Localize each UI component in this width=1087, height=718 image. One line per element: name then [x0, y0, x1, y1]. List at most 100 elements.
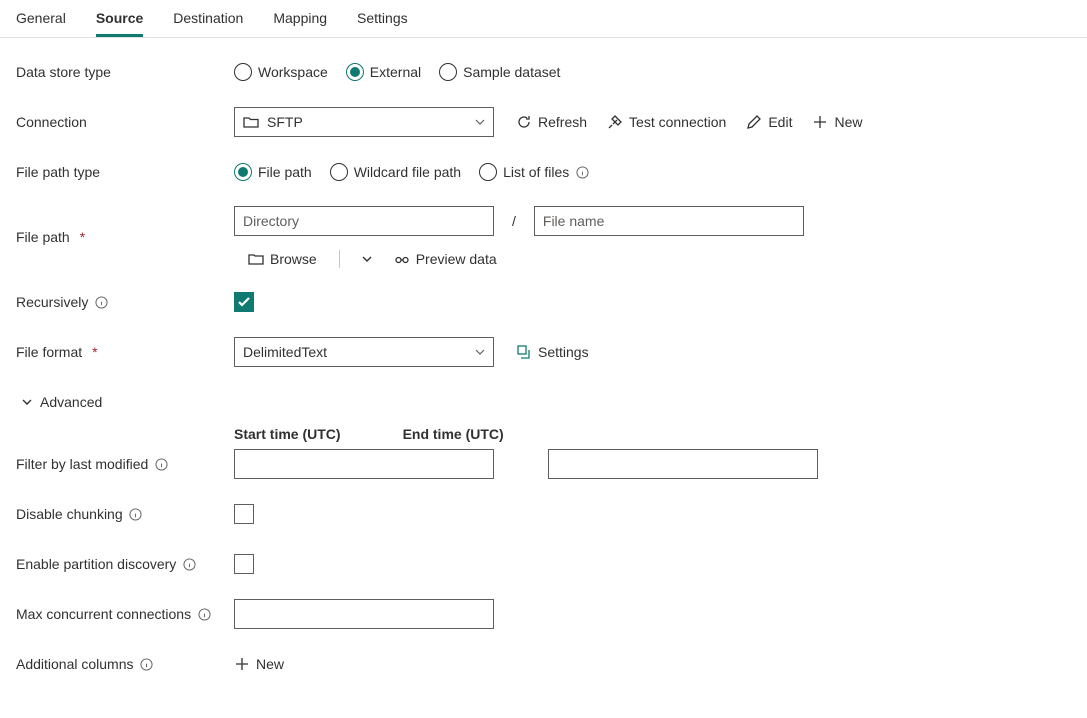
radio-circle [346, 63, 364, 81]
label-text: File path type [16, 164, 100, 180]
label-file-path-type: File path type [16, 164, 234, 180]
info-icon[interactable] [154, 457, 168, 471]
action-label: New [256, 656, 284, 672]
label-text: Advanced [40, 394, 102, 410]
action-label: Test connection [629, 114, 726, 130]
label-text: Enable partition discovery [16, 556, 176, 572]
folder-open-icon [248, 251, 264, 267]
start-time-input[interactable] [234, 449, 494, 479]
directory-input[interactable] [234, 206, 494, 236]
connection-select[interactable]: SFTP [234, 107, 494, 137]
chevron-down-icon [475, 349, 485, 355]
action-label: Settings [538, 344, 589, 360]
info-icon[interactable] [129, 507, 143, 521]
edit-icon [746, 114, 762, 130]
label-enable-partition-discovery: Enable partition discovery [16, 556, 234, 572]
tab-settings[interactable]: Settings [357, 0, 408, 37]
info-icon[interactable] [140, 657, 154, 671]
info-icon[interactable] [575, 165, 589, 179]
preview-data-button[interactable]: Preview data [394, 251, 497, 267]
radio-circle [479, 163, 497, 181]
test-connection-button[interactable]: Test connection [607, 114, 726, 130]
divider [339, 250, 340, 268]
action-label: Refresh [538, 114, 587, 130]
plug-icon [607, 114, 623, 130]
folder-icon [243, 114, 259, 130]
browse-button[interactable]: Browse [248, 251, 317, 267]
advanced-toggle[interactable]: Advanced [22, 394, 102, 410]
radio-label: Wildcard file path [354, 164, 461, 180]
disable-chunking-checkbox[interactable] [234, 504, 254, 524]
label-max-concurrent: Max concurrent connections [16, 606, 234, 622]
new-connection-button[interactable]: New [812, 114, 862, 130]
info-icon[interactable] [182, 557, 196, 571]
glasses-icon [394, 251, 410, 267]
radio-label: External [370, 64, 421, 80]
label-text: Filter by last modified [16, 456, 148, 472]
refresh-button[interactable]: Refresh [516, 114, 587, 130]
required-marker: * [92, 344, 97, 360]
tab-source[interactable]: Source [96, 0, 143, 37]
radio-external[interactable]: External [346, 63, 421, 81]
radio-circle [439, 63, 457, 81]
label-disable-chunking: Disable chunking [16, 506, 234, 522]
tab-destination[interactable]: Destination [173, 0, 243, 37]
tab-mapping[interactable]: Mapping [273, 0, 327, 37]
plus-icon [812, 114, 828, 130]
label-recursively: Recursively [16, 294, 234, 310]
label-data-store-type: Data store type [16, 64, 234, 80]
chevron-down-icon [22, 399, 32, 405]
plus-icon [234, 656, 250, 672]
radio-wildcard[interactable]: Wildcard file path [330, 163, 461, 181]
max-concurrent-input[interactable] [234, 599, 494, 629]
browse-dropdown-button[interactable] [362, 256, 372, 262]
label-text: Additional columns [16, 656, 134, 672]
radio-label: Workspace [258, 64, 328, 80]
radio-file-path[interactable]: File path [234, 163, 312, 181]
label-file-path: File path* [16, 229, 234, 245]
radio-workspace[interactable]: Workspace [234, 63, 328, 81]
radio-label: File path [258, 164, 312, 180]
connection-value: SFTP [267, 114, 303, 130]
data-store-type-group: Workspace External Sample dataset [234, 63, 560, 81]
file-format-value: DelimitedText [243, 344, 327, 360]
format-settings-button[interactable]: Settings [516, 344, 589, 360]
label-text: File format [16, 344, 82, 360]
label-text: File path [16, 229, 70, 245]
action-label: New [834, 114, 862, 130]
tab-bar: General Source Destination Mapping Setti… [0, 0, 1087, 38]
label-text: Max concurrent connections [16, 606, 191, 622]
label-text: Recursively [16, 294, 88, 310]
source-form: Data store type Workspace External Sampl… [0, 38, 1087, 718]
label-connection: Connection [16, 114, 234, 130]
label-text: Connection [16, 114, 87, 130]
end-time-input[interactable] [548, 449, 818, 479]
edit-button[interactable]: Edit [746, 114, 792, 130]
radio-sample-dataset[interactable]: Sample dataset [439, 63, 560, 81]
info-icon[interactable] [94, 295, 108, 309]
enable-partition-discovery-checkbox[interactable] [234, 554, 254, 574]
recursively-checkbox[interactable] [234, 292, 254, 312]
chevron-down-icon [362, 256, 372, 262]
label-text: Data store type [16, 64, 111, 80]
file-path-type-group: File path Wildcard file path List of fil… [234, 163, 589, 181]
label-filter-by-last-modified: Filter by last modified [16, 456, 234, 472]
file-format-select[interactable]: DelimitedText [234, 337, 494, 367]
info-icon[interactable] [197, 607, 211, 621]
label-file-format: File format * [16, 344, 234, 360]
path-separator: / [512, 213, 516, 229]
chevron-down-icon [475, 119, 485, 125]
new-column-button[interactable]: New [234, 656, 284, 672]
label-start-time: Start time (UTC) [234, 426, 341, 442]
action-label: Browse [270, 251, 317, 267]
radio-circle [330, 163, 348, 181]
radio-list-of-files[interactable]: List of files [479, 163, 589, 181]
action-label: Edit [768, 114, 792, 130]
filename-input[interactable] [534, 206, 804, 236]
radio-label: List of files [503, 164, 569, 180]
action-label: Preview data [416, 251, 497, 267]
tab-general[interactable]: General [16, 0, 66, 37]
label-additional-columns: Additional columns [16, 656, 234, 672]
refresh-icon [516, 114, 532, 130]
label-text: Disable chunking [16, 506, 123, 522]
